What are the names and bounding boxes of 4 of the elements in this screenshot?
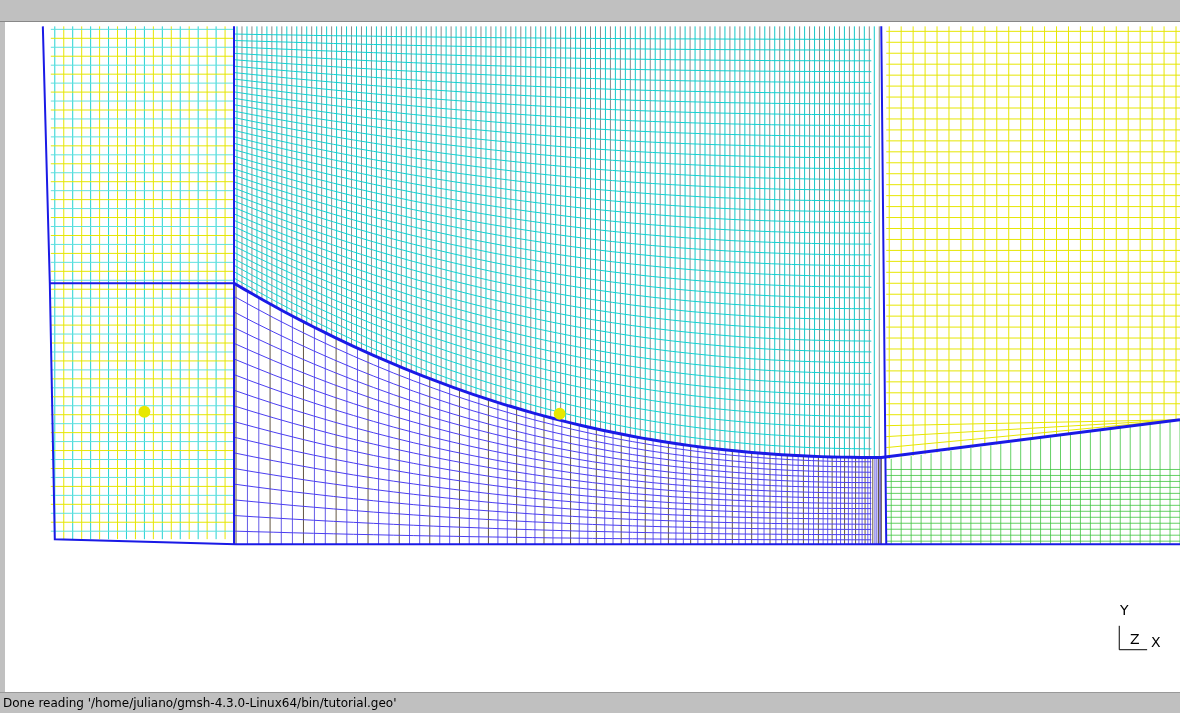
status-message: Done reading '/home/juliano/gmsh-4.3.0-Linux64/bin/tutorial.geo' xyxy=(3,695,397,712)
axis-label: Z xyxy=(1130,632,1140,646)
axis-label: Y xyxy=(1120,603,1129,617)
axis-label: X xyxy=(1151,635,1161,649)
